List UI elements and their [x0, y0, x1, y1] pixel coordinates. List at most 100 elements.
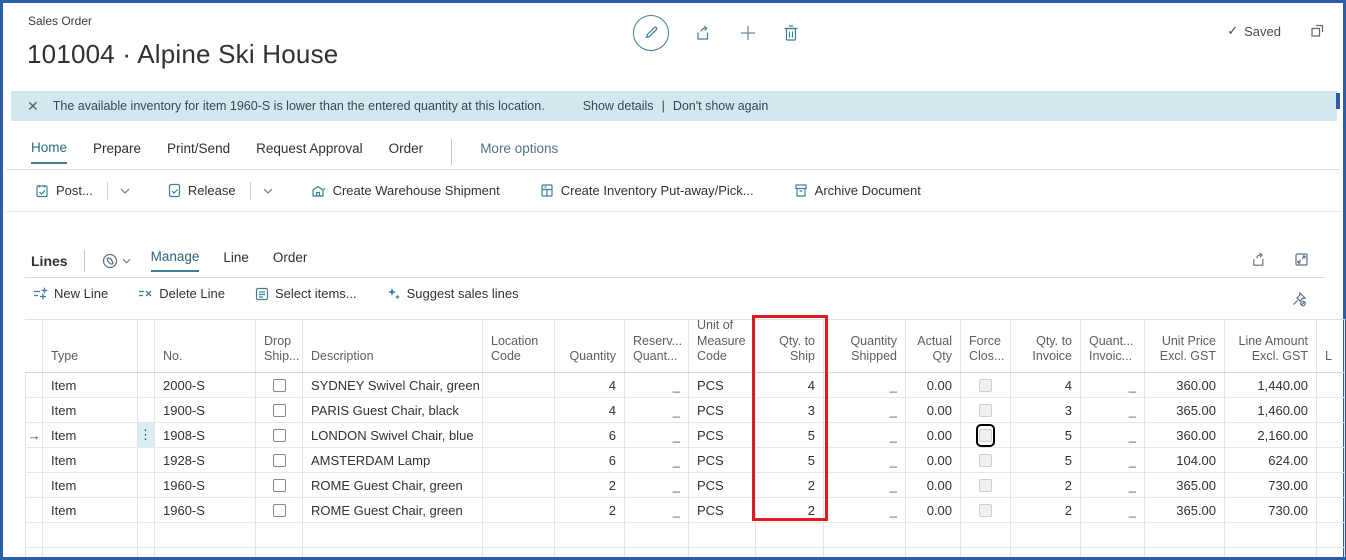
column-header-qty_to_invoice[interactable]: Qty. to Invoice — [1011, 320, 1081, 372]
force_close-checkbox[interactable] — [979, 454, 992, 467]
column-header-force_close[interactable]: Force Clos... — [961, 320, 1011, 372]
cell-unit_of_measure_code[interactable]: PCS — [689, 473, 756, 497]
cell-reserved_quantity[interactable]: _ — [625, 398, 689, 422]
cell-quantity[interactable]: 2 — [555, 473, 625, 497]
drop_ship-checkbox[interactable] — [273, 429, 286, 442]
cell-reserved_quantity[interactable]: _ — [625, 498, 689, 522]
delete-trash-icon[interactable] — [783, 24, 799, 42]
release-button[interactable]: Release — [166, 179, 238, 202]
delete-line-button[interactable]: Delete Line — [138, 286, 225, 301]
cell-qty_to_invoice[interactable]: 4 — [1011, 373, 1081, 397]
column-header-line_amount[interactable]: Line Amount Excl. GST — [1225, 320, 1317, 372]
create-inventory-putaway-button[interactable]: Create Inventory Put-away/Pick... — [538, 179, 756, 202]
force_close-checkbox[interactable] — [979, 379, 992, 392]
cell-line_amount[interactable]: 730.00 — [1225, 498, 1317, 522]
cell-actual_qty[interactable]: 0.00 — [906, 473, 961, 497]
cell-no[interactable]: 1900-S — [155, 398, 256, 422]
cell-force_close[interactable] — [961, 473, 1011, 497]
cell-location_code[interactable] — [483, 448, 555, 472]
cell-no[interactable]: 2000-S — [155, 373, 256, 397]
column-header-actual_qty[interactable]: Actual Qty — [906, 320, 961, 372]
force_close-checkbox[interactable] — [979, 504, 992, 517]
cell-force_close[interactable] — [961, 423, 1011, 447]
cell-quantity_shipped[interactable]: _ — [824, 473, 906, 497]
lines-tab-order[interactable]: Order — [273, 250, 308, 271]
drop_ship-checkbox[interactable] — [273, 379, 286, 392]
force_close-checkbox[interactable] — [979, 479, 992, 492]
more-options-button[interactable]: More options — [480, 141, 558, 163]
cell-location_code[interactable] — [483, 498, 555, 522]
cell-reserved_quantity[interactable]: _ — [625, 473, 689, 497]
column-header-drop_ship[interactable]: Drop Ship... — [256, 320, 303, 372]
cell-type[interactable]: Item — [43, 373, 138, 397]
column-header-quantity_shipped[interactable]: Quantity Shipped — [824, 320, 906, 372]
lines-tab-line[interactable]: Line — [223, 250, 249, 271]
cell-qty_to_ship[interactable]: 3 — [756, 398, 824, 422]
cell-line_amount[interactable]: 2,160.00 — [1225, 423, 1317, 447]
create-warehouse-shipment-button[interactable]: Create Warehouse Shipment — [309, 179, 502, 202]
row-select-cell[interactable] — [25, 448, 43, 472]
cell-force_close[interactable] — [961, 448, 1011, 472]
row-select-cell[interactable] — [25, 373, 43, 397]
column-header-qty_to_ship[interactable]: Qty. to Ship — [756, 320, 824, 372]
drop_ship-checkbox[interactable] — [273, 479, 286, 492]
column-header-type[interactable]: Type — [43, 320, 138, 372]
cell-qty_to_invoice[interactable]: 2 — [1011, 498, 1081, 522]
cell-type[interactable]: Item — [43, 473, 138, 497]
cell-reserved_quantity[interactable]: _ — [625, 423, 689, 447]
cell-force_close[interactable] — [961, 398, 1011, 422]
column-header-reserved_quantity[interactable]: Reserv... Quant... — [625, 320, 689, 372]
cell-drop_ship[interactable] — [256, 423, 303, 447]
cell-location_code[interactable] — [483, 398, 555, 422]
cell-quantity_shipped[interactable]: _ — [824, 498, 906, 522]
cell-drop_ship[interactable] — [256, 473, 303, 497]
cell-row_menu[interactable]: ⋮ — [138, 423, 155, 447]
cell-unit_price[interactable]: 365.00 — [1145, 498, 1225, 522]
tab-prepare[interactable]: Prepare — [93, 141, 141, 163]
cell-force_close[interactable] — [961, 498, 1011, 522]
column-header-location_code[interactable]: Location Code — [483, 320, 555, 372]
cell-actual_qty[interactable]: 0.00 — [906, 423, 961, 447]
row-select-cell[interactable] — [25, 498, 43, 522]
unpin-icon[interactable] — [1291, 291, 1307, 307]
drop_ship-checkbox[interactable] — [273, 404, 286, 417]
cell-unit_of_measure_code[interactable]: PCS — [689, 423, 756, 447]
cell-no[interactable]: 1960-S — [155, 473, 256, 497]
share-icon[interactable] — [695, 24, 713, 42]
cell-quantity[interactable]: 6 — [555, 423, 625, 447]
cell-quantity[interactable]: 4 — [555, 373, 625, 397]
cell-line_amount[interactable]: 1,460.00 — [1225, 398, 1317, 422]
scrollbar-thumb[interactable] — [1336, 93, 1340, 109]
column-header-description[interactable]: Description — [303, 320, 483, 372]
cell-quantity_invoiced[interactable]: _ — [1081, 423, 1145, 447]
archive-document-button[interactable]: Archive Document — [792, 179, 923, 202]
cell-quantity_shipped[interactable]: _ — [824, 448, 906, 472]
notification-close-icon[interactable]: ✕ — [27, 98, 39, 115]
cell-quantity_invoiced[interactable]: _ — [1081, 473, 1145, 497]
cell-quantity[interactable]: 4 — [555, 398, 625, 422]
active-row-arrow-icon[interactable]: → — [25, 423, 43, 447]
cell-type[interactable]: Item — [43, 448, 138, 472]
new-plus-icon[interactable] — [739, 24, 757, 42]
cell-quantity_shipped[interactable]: _ — [824, 373, 906, 397]
cell-line_amount[interactable]: 1,440.00 — [1225, 373, 1317, 397]
cell-qty_to_ship[interactable]: 2 — [756, 498, 824, 522]
cell-unit_price[interactable]: 104.00 — [1145, 448, 1225, 472]
cell-actual_qty[interactable]: 0.00 — [906, 498, 961, 522]
edit-pencil-icon[interactable] — [633, 15, 669, 51]
cell-quantity_shipped[interactable]: _ — [824, 398, 906, 422]
cell-quantity_shipped[interactable]: _ — [824, 423, 906, 447]
popout-icon[interactable] — [1310, 23, 1325, 38]
cell-unit_of_measure_code[interactable]: PCS — [689, 448, 756, 472]
cell-quantity[interactable]: 6 — [555, 448, 625, 472]
dont-show-again-link[interactable]: Don't show again — [673, 99, 769, 113]
cell-qty_to_ship[interactable]: 4 — [756, 373, 824, 397]
cell-qty_to_invoice[interactable]: 2 — [1011, 473, 1081, 497]
cell-reserved_quantity[interactable]: _ — [625, 373, 689, 397]
column-header-overflow[interactable]: L — [1317, 320, 1345, 372]
cell-description[interactable]: AMSTERDAM Lamp — [303, 448, 483, 472]
cell-line_amount[interactable]: 730.00 — [1225, 473, 1317, 497]
cell-qty_to_ship[interactable]: 5 — [756, 423, 824, 447]
cell-location_code[interactable] — [483, 473, 555, 497]
cell-quantity[interactable]: 2 — [555, 498, 625, 522]
